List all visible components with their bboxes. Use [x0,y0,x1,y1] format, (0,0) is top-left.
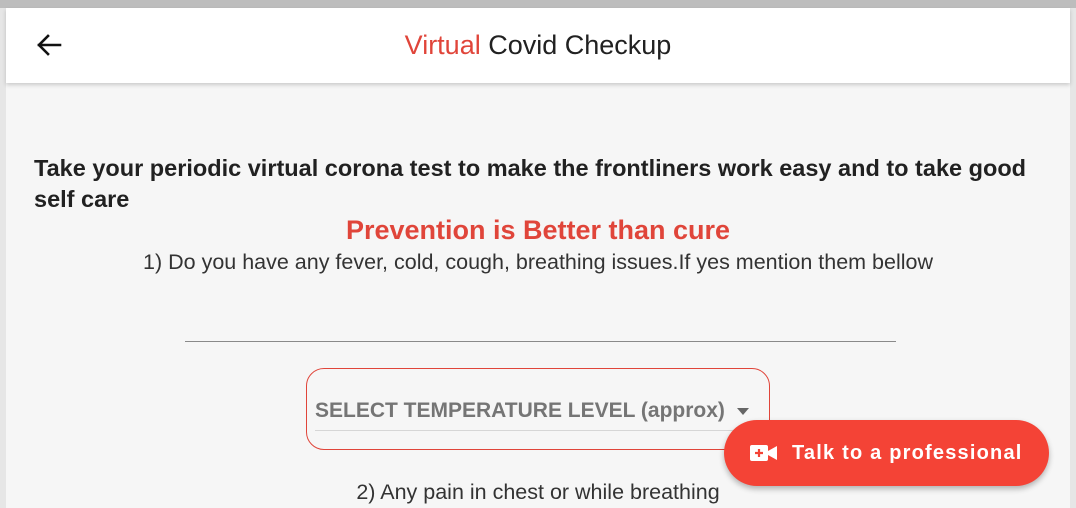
temperature-dropdown[interactable]: SELECT TEMPERATURE LEVEL (approx) [315,392,753,431]
status-bar [0,0,1076,8]
app-bar: Virtual Covid Checkup [6,8,1070,83]
symptoms-input[interactable] [185,305,896,342]
page-title: Virtual Covid Checkup [6,28,1070,62]
intro-text: Take your periodic virtual corona test t… [34,155,1027,212]
motto-heading: Prevention is Better than cure [345,215,731,245]
question-1: 1) Do you have any fever, cold, cough, b… [143,250,933,274]
page-title-accent: Virtual [404,30,481,60]
temperature-dropdown-label: SELECT TEMPERATURE LEVEL (approx) [315,399,725,422]
talk-to-professional-label: Talk to a professional [792,441,1023,464]
talk-to-professional-button[interactable]: Talk to a professional [724,420,1049,486]
page-title-rest: Covid Checkup [480,30,672,60]
video-camera-icon [750,443,780,463]
caret-down-icon [736,407,749,415]
temperature-dropdown-box: SELECT TEMPERATURE LEVEL (approx) [306,368,770,450]
